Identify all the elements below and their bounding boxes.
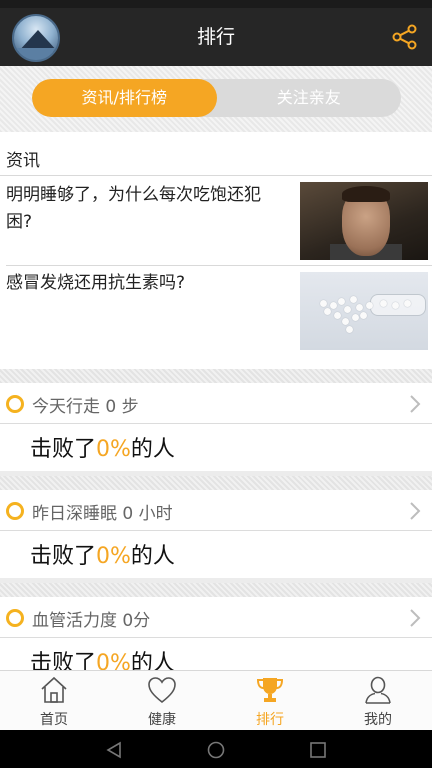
- result-suffix: 的人: [130, 544, 175, 569]
- thumb-pill: [356, 304, 363, 311]
- thumb-pill: [360, 312, 367, 319]
- thumb-pill: [404, 300, 411, 307]
- result-percent: 0%: [96, 544, 131, 569]
- thumb-pill: [392, 302, 399, 309]
- recents-icon[interactable]: [308, 740, 328, 760]
- result-prefix: 击败了: [30, 544, 97, 569]
- news-thumbnail: [300, 182, 428, 260]
- tab-label: 我的: [364, 712, 392, 728]
- stat-label: 血管活力度 0分: [32, 611, 151, 631]
- section-separator: [0, 476, 432, 490]
- chevron-right-icon: [410, 502, 421, 520]
- share-icon[interactable]: [392, 24, 418, 50]
- back-icon[interactable]: [104, 740, 124, 760]
- system-nav-bar: [0, 730, 432, 768]
- thumb-pill: [352, 314, 359, 321]
- news-item[interactable]: 感冒发烧还用抗生素吗?: [0, 266, 432, 354]
- segmented-control: 资讯/排行榜 关注亲友: [32, 79, 401, 117]
- section-separator: [0, 369, 432, 383]
- divider: [0, 423, 432, 424]
- thumb-pill: [366, 302, 373, 309]
- thumb-pill: [346, 326, 353, 333]
- divider: [0, 530, 432, 531]
- tab-health[interactable]: 健康: [108, 671, 216, 731]
- chevron-right-icon: [410, 609, 421, 627]
- page-title: 排行: [196, 26, 235, 48]
- tab-mine[interactable]: 我的: [324, 671, 432, 731]
- thumb-pill: [324, 308, 331, 315]
- tab-label: 健康: [148, 712, 176, 728]
- thumb-pill: [350, 296, 357, 303]
- result-suffix: 的人: [130, 437, 175, 462]
- stat-result: 击败了0%的人: [30, 431, 175, 463]
- tab-home[interactable]: 首页: [0, 671, 108, 731]
- stat-label: 今天行走 0 步: [32, 397, 139, 417]
- status-bar: [0, 0, 432, 8]
- news-thumbnail: [300, 272, 428, 350]
- tab-follow-family[interactable]: 关注亲友: [217, 79, 402, 117]
- thumb-pill: [338, 298, 345, 305]
- chevron-right-icon: [410, 395, 421, 413]
- home-button-icon[interactable]: [206, 740, 226, 760]
- avatar-water: [14, 48, 58, 60]
- bottom-tab-bar: 首页 健康 排行 我的: [0, 670, 432, 730]
- result-percent: 0%: [96, 437, 131, 462]
- thumb-pill: [342, 318, 349, 325]
- stat-card-steps[interactable]: 今天行走 0 步 击败了0%的人: [0, 383, 432, 471]
- segment-area: 资讯/排行榜 关注亲友: [0, 66, 432, 132]
- section-separator: [0, 583, 432, 597]
- thumb-pill: [344, 306, 351, 313]
- thumb-pill: [380, 300, 387, 307]
- stat-label: 昨日深睡眠 0 小时: [32, 504, 173, 524]
- tab-label: 排行: [256, 712, 284, 728]
- divider: [0, 637, 432, 638]
- result-prefix: 击败了: [30, 437, 97, 462]
- circle-icon: [6, 395, 24, 413]
- news-item[interactable]: 明明睡够了，为什么每次吃饱还犯困?: [0, 176, 432, 264]
- tab-label: 首页: [40, 712, 68, 728]
- news-header: 资讯: [6, 151, 40, 171]
- home-icon: [41, 676, 67, 703]
- avatar[interactable]: [12, 14, 60, 62]
- thumb-pill: [334, 312, 341, 319]
- title-bar: 排行: [0, 8, 432, 66]
- thumb-hair: [342, 186, 390, 202]
- trophy-icon: [256, 678, 284, 702]
- news-title: 感冒发烧还用抗生素吗?: [6, 273, 186, 293]
- news-title: 明明睡够了，为什么每次吃饱还犯困?: [6, 185, 261, 232]
- person-icon: [365, 676, 391, 704]
- tab-ranking[interactable]: 排行: [216, 671, 324, 731]
- news-section: 资讯 明明睡够了，为什么每次吃饱还犯困? 感冒发烧还用抗生素吗?: [0, 132, 432, 369]
- stat-result: 击败了0%的人: [30, 538, 175, 570]
- circle-icon: [6, 502, 24, 520]
- thumb-pill: [330, 302, 337, 309]
- stat-card-sleep[interactable]: 昨日深睡眠 0 小时 击败了0%的人: [0, 490, 432, 578]
- circle-icon: [6, 609, 24, 627]
- heart-icon: [148, 677, 176, 704]
- tab-news-ranking[interactable]: 资讯/排行榜: [32, 79, 217, 117]
- thumb-pill: [320, 300, 327, 307]
